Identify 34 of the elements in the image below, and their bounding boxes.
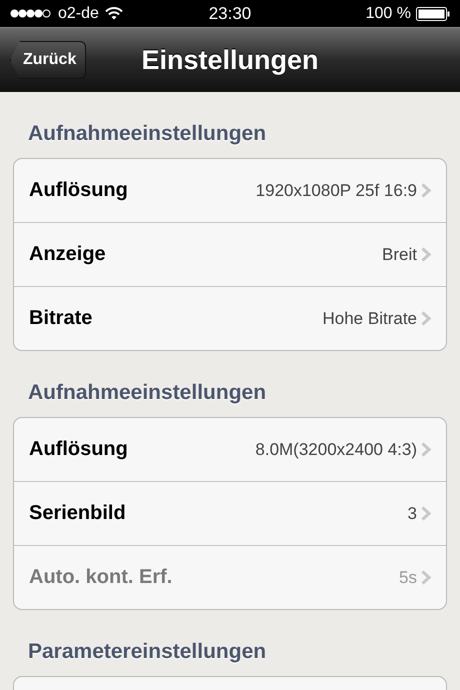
section-header: Aufnahmeeinstellungen	[27, 121, 268, 147]
chevron-icon	[421, 506, 431, 521]
carrier-name: o2-de	[58, 4, 99, 22]
settings-row[interactable]: Anzeige Breit	[14, 222, 446, 286]
section-header: Parametereinstellungen	[27, 639, 268, 665]
chevron-icon	[421, 247, 431, 262]
row-value: 1920x1080P 25f 16:9	[256, 180, 417, 200]
back-button[interactable]: Zurück	[10, 41, 86, 79]
screen-title: Einstellungen	[141, 44, 319, 76]
chevron-icon	[421, 570, 431, 585]
section-header: Aufnahmeeinstellungen	[27, 380, 268, 406]
row-label: Auto. kont. Erf.	[29, 566, 172, 589]
row-label: Anzeige	[29, 243, 106, 266]
row-label: Bitrate	[29, 307, 92, 330]
row-label: Serienbild	[29, 502, 126, 525]
settings-row[interactable]: Auflösung 1920x1080P 25f 16:9	[14, 159, 446, 222]
row-value: 8.0M(3200x2400 4:3)	[255, 440, 417, 460]
row-value: Breit	[382, 244, 417, 264]
settings-row[interactable]: Bitrate Hohe Bitrate	[14, 286, 446, 350]
row-value: 5s	[399, 568, 417, 588]
clock-time: 23:30	[208, 4, 252, 24]
battery-percent: 100 %	[366, 4, 411, 22]
chevron-icon	[421, 442, 431, 457]
signal-icon	[10, 9, 52, 18]
settings-row[interactable]: Serienbild 3	[14, 481, 446, 545]
chevron-icon	[421, 183, 431, 198]
row-value: 3	[408, 504, 417, 524]
row-value: Hohe Bitrate	[322, 308, 417, 328]
chevron-icon	[421, 311, 431, 326]
battery-icon	[416, 6, 450, 20]
wifi-icon	[104, 7, 123, 20]
settings-row[interactable]: Auflösung 8.0M(3200x2400 4:3)	[14, 418, 446, 481]
row-label: Auflösung	[29, 438, 128, 461]
row-label: Auflösung	[29, 179, 128, 202]
